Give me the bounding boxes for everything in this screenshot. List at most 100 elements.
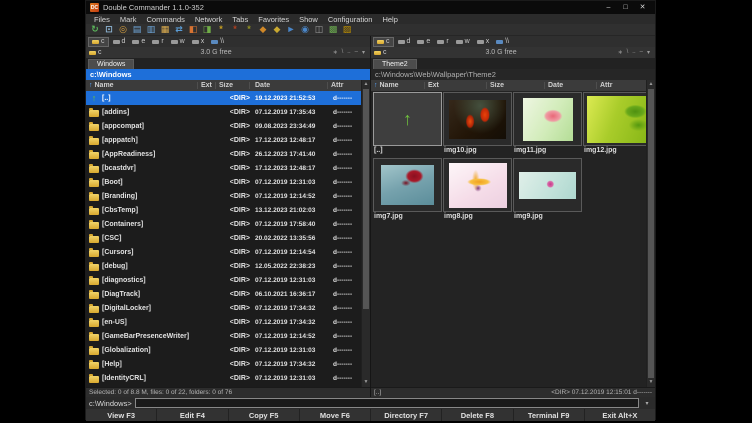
drive-button[interactable]: c bbox=[373, 37, 394, 47]
terminal-icon[interactable]: ⊡ bbox=[103, 24, 115, 35]
thumbnail-item[interactable]: img7.jpg bbox=[373, 158, 442, 224]
thumbnail-item[interactable]: img9.jpg bbox=[513, 158, 582, 224]
file-row[interactable]: [bcastdvr] <DIR> 17.12.2023 12:48:17 d--… bbox=[86, 161, 370, 175]
drive-button[interactable]: w bbox=[168, 37, 188, 47]
drive-button[interactable]: d bbox=[110, 37, 129, 47]
drive-button[interactable]: c bbox=[88, 37, 109, 47]
options-icon[interactable]: ◎ bbox=[117, 24, 129, 35]
file-row[interactable]: [..] <DIR> 19.12.2023 21:52:53 d------- bbox=[86, 91, 370, 105]
drive-button[interactable]: r bbox=[434, 37, 451, 47]
right-path-bar[interactable]: c:\Windows\Web\Wallpaper\Theme2 bbox=[371, 69, 655, 80]
column-header-size[interactable]: Size bbox=[487, 82, 545, 89]
left-path-bar[interactable]: c:\Windows bbox=[86, 69, 370, 80]
file-row[interactable]: [diagnostics] <DIR> 07.12.2019 12:31:03 … bbox=[86, 273, 370, 287]
scroll-down-icon[interactable]: ▼ bbox=[647, 378, 655, 387]
refresh-icon[interactable]: ↻ bbox=[89, 24, 101, 35]
pack-icon[interactable]: ◆ bbox=[257, 24, 269, 35]
file-row[interactable]: [debug] <DIR> 12.05.2022 22:38:23 d-----… bbox=[86, 259, 370, 273]
column-header-name[interactable]: ↑Name bbox=[371, 82, 425, 89]
file-row[interactable]: [Branding] <DIR> 07.12.2019 12:14:52 d--… bbox=[86, 189, 370, 203]
menu-item[interactable]: Mark bbox=[116, 15, 141, 24]
file-row[interactable]: [Help] <DIR> 07.12.2019 17:34:32 d------… bbox=[86, 357, 370, 371]
column-header-size[interactable]: Size bbox=[216, 82, 250, 89]
drive-button[interactable]: \\ bbox=[493, 37, 512, 47]
file-row[interactable]: [DiagTrack] <DIR> 06.10.2021 16:36:17 d-… bbox=[86, 287, 370, 301]
file-row[interactable]: [AppReadiness] <DIR> 26.12.2023 17:41:40… bbox=[86, 147, 370, 161]
file-row[interactable]: [GameBarPresenceWriter] <DIR> 07.12.2019… bbox=[86, 329, 370, 343]
column-header-date[interactable]: Date bbox=[545, 82, 597, 89]
tab-windows[interactable]: Windows bbox=[88, 59, 134, 69]
mark-group-icon[interactable]: * bbox=[215, 24, 227, 35]
drive-button[interactable]: e bbox=[414, 37, 433, 47]
thumbnail-item[interactable]: [..] bbox=[373, 92, 442, 158]
column-header-ext[interactable]: Ext bbox=[198, 82, 216, 89]
drive-button[interactable]: d bbox=[395, 37, 414, 47]
scroll-up-icon[interactable]: ▲ bbox=[647, 80, 655, 89]
close-button[interactable]: ✕ bbox=[634, 1, 651, 14]
drive-button[interactable]: x bbox=[474, 37, 493, 47]
function-key-button[interactable]: Delete F8 bbox=[442, 409, 512, 421]
panel-corner-button[interactable]: – bbox=[353, 49, 360, 56]
history-dropdown-icon[interactable]: ▾ bbox=[642, 400, 652, 407]
drive-button[interactable]: \\ bbox=[208, 37, 227, 47]
panel-corner-button[interactable]: ▾ bbox=[645, 49, 652, 56]
menu-item[interactable]: Favorites bbox=[254, 15, 293, 24]
menu-item[interactable]: Network bbox=[191, 15, 227, 24]
file-row[interactable]: [en-US] <DIR> 07.12.2019 17:34:32 d-----… bbox=[86, 315, 370, 329]
panel-corner-button[interactable]: .. bbox=[345, 49, 352, 56]
panel-corner-button[interactable]: ∗ bbox=[616, 49, 625, 56]
function-key-button[interactable]: Directory F7 bbox=[371, 409, 441, 421]
column-header-name[interactable]: ↑Name bbox=[86, 82, 198, 89]
file-row[interactable]: [CbsTemp] <DIR> 13.12.2023 21:02:03 d---… bbox=[86, 203, 370, 217]
file-row[interactable]: [DigitalLocker] <DIR> 07.12.2019 17:34:3… bbox=[86, 301, 370, 315]
compare-icon[interactable]: ▨ bbox=[341, 24, 353, 35]
copy-right-icon[interactable]: ◨ bbox=[201, 24, 213, 35]
function-key-button[interactable]: Copy F5 bbox=[229, 409, 299, 421]
sync-dirs-icon[interactable]: ▩ bbox=[327, 24, 339, 35]
drive-button[interactable]: r bbox=[149, 37, 166, 47]
panel-corner-button[interactable]: ▾ bbox=[360, 49, 367, 56]
menu-item[interactable]: Commands bbox=[143, 15, 189, 24]
search-icon[interactable]: ◉ bbox=[299, 24, 311, 35]
maximize-button[interactable]: □ bbox=[617, 1, 634, 14]
thumbnail-item[interactable]: img8.jpg bbox=[443, 158, 512, 224]
right-scrollbar[interactable]: ▲ ▼ bbox=[646, 80, 655, 387]
unmark-group-icon[interactable]: * bbox=[229, 24, 241, 35]
file-row[interactable]: [IdentityCRL] <DIR> 07.12.2019 12:31:03 … bbox=[86, 371, 370, 385]
drive-button[interactable]: e bbox=[129, 37, 148, 47]
file-row[interactable]: [addins] <DIR> 07.12.2019 17:35:43 d----… bbox=[86, 105, 370, 119]
file-row[interactable]: [Globalization] <DIR> 07.12.2019 12:31:0… bbox=[86, 343, 370, 357]
column-header-attr[interactable]: Attr bbox=[328, 82, 353, 89]
panel-corner-button[interactable]: .. bbox=[630, 49, 637, 56]
menu-item[interactable]: Show bbox=[295, 15, 322, 24]
function-key-button[interactable]: Edit F4 bbox=[157, 409, 227, 421]
function-key-button[interactable]: Terminal F9 bbox=[514, 409, 584, 421]
scroll-up-icon[interactable]: ▲ bbox=[362, 80, 370, 89]
flag-icon[interactable]: ► bbox=[285, 24, 297, 35]
file-row[interactable]: [Boot] <DIR> 07.12.2019 12:31:03 d------… bbox=[86, 175, 370, 189]
scroll-down-icon[interactable]: ▼ bbox=[362, 378, 370, 387]
thumbnail-item[interactable]: img11.jpg bbox=[513, 92, 582, 158]
left-scrollbar[interactable]: ▲ ▼ bbox=[361, 80, 370, 387]
tab-theme2[interactable]: Theme2 bbox=[373, 59, 417, 69]
brief-view-icon[interactable]: ▤ bbox=[131, 24, 143, 35]
drive-button[interactable]: x bbox=[189, 37, 208, 47]
function-key-button[interactable]: View F3 bbox=[86, 409, 156, 421]
file-row[interactable]: [apppatch] <DIR> 17.12.2023 12:48:17 d--… bbox=[86, 133, 370, 147]
thumbnail-view-icon[interactable]: ▦ bbox=[159, 24, 171, 35]
scrollbar-thumb[interactable] bbox=[363, 89, 369, 309]
function-key-button[interactable]: Move F6 bbox=[300, 409, 370, 421]
column-header-date[interactable]: Date bbox=[250, 82, 328, 89]
function-key-button[interactable]: Exit Alt+X bbox=[585, 409, 655, 421]
swap-panels-icon[interactable]: ⇄ bbox=[173, 24, 185, 35]
drive-button[interactable]: w bbox=[453, 37, 473, 47]
command-input[interactable] bbox=[135, 398, 639, 408]
full-view-icon[interactable]: ▥ bbox=[145, 24, 157, 35]
panel-corner-button[interactable]: ∗ bbox=[331, 49, 340, 56]
column-header-ext[interactable]: Ext bbox=[425, 82, 487, 89]
menu-item[interactable]: Tabs bbox=[228, 15, 252, 24]
menu-item[interactable]: Files bbox=[90, 15, 114, 24]
find-files-icon[interactable]: ◫ bbox=[313, 24, 325, 35]
thumbnail-item[interactable]: img10.jpg bbox=[443, 92, 512, 158]
menu-item[interactable]: Configuration bbox=[324, 15, 377, 24]
